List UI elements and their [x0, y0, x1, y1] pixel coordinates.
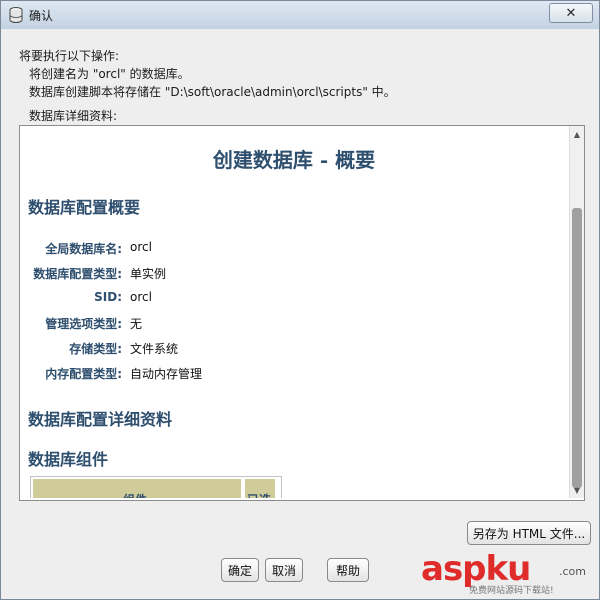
field-value-global-db-name: orcl	[130, 240, 152, 254]
section-config-summary: 数据库配置概要	[28, 198, 141, 217]
field-label-global-db-name: 全局数据库名:	[45, 242, 122, 256]
details-label: 数据库详细资料:	[29, 109, 118, 123]
scroll-up-icon[interactable]: ▲	[571, 127, 583, 141]
table-header-component: 组件	[33, 479, 241, 498]
dialog-content: 将要执行以下操作: 将创建名为 "orcl" 的数据库。 数据库创建脚本将存储在…	[1, 29, 599, 599]
field-label-config-type: 数据库配置类型:	[33, 267, 122, 281]
section-config-details: 数据库配置详细资料	[28, 410, 173, 429]
table-header-selected: 已选	[245, 479, 275, 498]
window-title: 确认	[29, 9, 54, 23]
summary-document: 创建数据库 - 概要 数据库配置概要 全局数据库名: orcl 数据库配置类型:…	[20, 126, 568, 498]
vertical-scrollbar[interactable]: ▲ ▼	[569, 126, 584, 498]
field-value-config-type: 单实例	[130, 267, 167, 281]
field-value-sid: orcl	[130, 290, 152, 304]
close-button[interactable]: ✕	[549, 3, 593, 23]
intro-heading: 将要执行以下操作:	[19, 49, 120, 63]
close-icon: ✕	[565, 5, 577, 21]
database-icon	[9, 7, 23, 23]
field-value-memory-type: 自动内存管理	[130, 367, 203, 381]
field-label-management-type: 管理选项类型:	[45, 317, 122, 331]
intro-script-location: 数据库创建脚本将存储在 "D:\soft\oracle\admin\orcl\s…	[29, 85, 396, 99]
help-button[interactable]: 帮助	[327, 558, 369, 582]
watermark-tagline: 免费网站源码下载站!	[469, 586, 554, 596]
field-value-storage-type: 文件系统	[130, 342, 179, 356]
cancel-button[interactable]: 取消	[265, 558, 303, 582]
intro-database-name: 将创建名为 "orcl" 的数据库。	[29, 67, 190, 81]
watermark-logo: aspku .com 免费网站源码下载站!	[421, 549, 591, 596]
save-as-html-button[interactable]: 另存为 HTML 文件...	[467, 521, 591, 545]
ok-button[interactable]: 确定	[221, 558, 259, 582]
details-panel[interactable]: 创建数据库 - 概要 数据库配置概要 全局数据库名: orcl 数据库配置类型:…	[19, 125, 585, 501]
components-table: 组件 已选	[30, 476, 282, 498]
confirm-dialog: 确认 ✕ 将要执行以下操作: 将创建名为 "orcl" 的数据库。 数据库创建脚…	[0, 0, 600, 600]
watermark-suffix: .com	[559, 565, 586, 578]
field-value-management-type: 无	[130, 317, 143, 331]
scrollbar-thumb[interactable]	[572, 208, 582, 488]
field-label-sid: SID:	[94, 290, 122, 304]
scroll-down-icon[interactable]: ▼	[571, 483, 583, 497]
section-components: 数据库组件	[28, 450, 109, 469]
title-bar[interactable]: 确认 ✕	[1, 1, 599, 30]
field-label-storage-type: 存储类型:	[69, 342, 122, 356]
field-label-memory-type: 内存配置类型:	[45, 367, 122, 381]
document-title: 创建数据库 - 概要	[212, 148, 376, 172]
